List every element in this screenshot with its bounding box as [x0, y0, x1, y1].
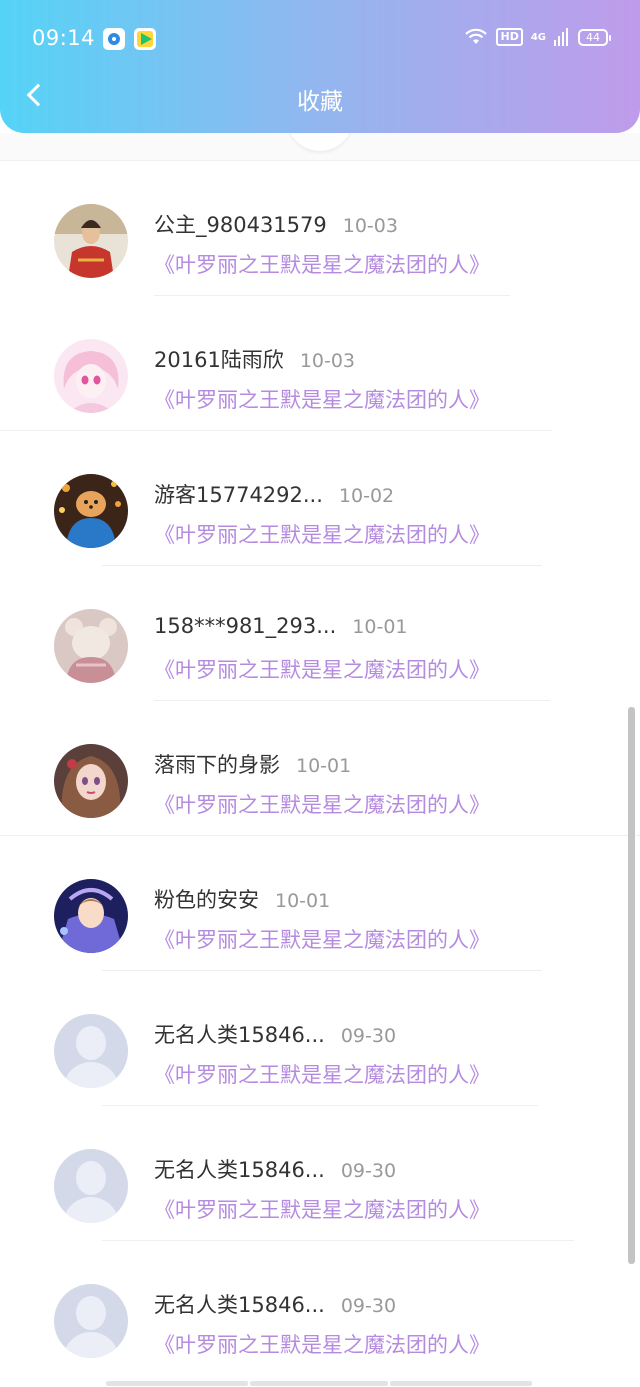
avatar	[54, 474, 128, 548]
page-title: 收藏	[297, 89, 343, 115]
wifi-icon	[465, 28, 488, 44]
book-title-link[interactable]: 《叶罗丽之王默是星之魔法团的人》	[154, 1059, 490, 1089]
username: 无名人类15846...	[154, 1293, 325, 1317]
status-time: 09:14	[32, 26, 96, 50]
bottom-indicator	[106, 1381, 248, 1386]
avatar	[54, 879, 128, 953]
avatar	[54, 609, 128, 683]
favorite-date: 09-30	[340, 1295, 397, 1317]
username: 游客15774292...	[154, 483, 323, 507]
favorite-date: 09-30	[340, 1160, 397, 1182]
favorite-date: 10-03	[342, 215, 398, 237]
list-item[interactable]: 公主_980431579 10-03 《叶罗丽之王默是星之魔法团的人》	[0, 161, 640, 296]
network-type-label: 4G	[530, 31, 546, 43]
default-avatar-icon	[54, 1149, 128, 1223]
username: 无名人类15846...	[154, 1023, 325, 1047]
favorite-date: 10-01	[296, 755, 352, 777]
item-header: 粉色的安安 10-01	[154, 884, 330, 914]
book-title-link[interactable]: 《叶罗丽之王默是星之魔法团的人》	[154, 519, 490, 549]
favorite-date: 10-02	[338, 485, 395, 507]
username: 公主_980431579	[154, 213, 327, 237]
video-app-notification-icon	[134, 28, 156, 50]
favorite-date: 10-01	[352, 616, 408, 638]
book-title-link[interactable]: 《叶罗丽之王默是星之魔法团的人》	[154, 249, 490, 279]
book-title-link[interactable]: 《叶罗丽之王默是星之魔法团的人》	[154, 384, 490, 414]
favorites-list: 公主_980431579 10-03 《叶罗丽之王默是星之魔法团的人》 20161…	[0, 161, 640, 1376]
header-bar: 09:14 HD 4G 44 收藏	[0, 0, 640, 133]
avatar	[54, 204, 128, 278]
book-title-link[interactable]: 《叶罗丽之王默是星之魔法团的人》	[154, 654, 490, 684]
status-indicators: HD 4G 44	[464, 28, 611, 46]
default-avatar-icon	[54, 1284, 128, 1358]
list-item[interactable]: 粉色的安安 10-01 《叶罗丽之王默是星之魔法团的人》	[0, 836, 640, 971]
item-header: 公主_980431579 10-03	[154, 209, 398, 239]
list-item[interactable]: 158***981_293... 10-01 《叶罗丽之王默是星之魔法团的人》	[0, 566, 640, 701]
username: 无名人类15846...	[154, 1158, 325, 1182]
book-title-link[interactable]: 《叶罗丽之王默是星之魔法团的人》	[154, 789, 490, 819]
item-header: 20161陆雨欣 10-03	[154, 344, 355, 374]
battery-icon: 44	[578, 28, 611, 46]
app-notification-icon	[103, 28, 125, 50]
list-item[interactable]: 落雨下的身影 10-01 《叶罗丽之王默是星之魔法团的人》	[0, 701, 640, 836]
item-header: 无名人类15846... 09-30	[154, 1289, 396, 1319]
avatar	[54, 339, 128, 413]
list-item[interactable]: 无名人类15846... 09-30 《叶罗丽之王默是星之魔法团的人》	[0, 1106, 640, 1241]
item-header: 无名人类15846... 09-30	[154, 1154, 396, 1184]
scrollbar[interactable]	[628, 707, 635, 1264]
favorite-date: 09-30	[340, 1025, 397, 1047]
list-item[interactable]: 无名人类15846... 09-30 《叶罗丽之王默是星之魔法团的人》	[0, 1241, 640, 1376]
avatar	[54, 744, 128, 818]
username: 粉色的安安	[154, 888, 259, 912]
book-title-link[interactable]: 《叶罗丽之王默是星之魔法团的人》	[154, 1194, 490, 1224]
book-title-link[interactable]: 《叶罗丽之王默是星之魔法团的人》	[154, 1329, 490, 1359]
list-item[interactable]: 20161陆雨欣 10-03 《叶罗丽之王默是星之魔法团的人》	[0, 296, 640, 431]
item-header: 无名人类15846... 09-30	[154, 1019, 396, 1049]
username: 158***981_293...	[154, 614, 337, 638]
item-header: 158***981_293... 10-01	[154, 614, 408, 638]
item-header: 落雨下的身影 10-01	[154, 749, 351, 779]
username: 落雨下的身影	[154, 753, 280, 777]
favorite-date: 10-03	[299, 350, 356, 372]
bottom-indicator	[250, 1381, 388, 1386]
hd-badge: HD	[496, 28, 523, 46]
signal-strength-icon	[554, 28, 570, 46]
default-avatar-icon	[54, 1014, 128, 1088]
book-title-link[interactable]: 《叶罗丽之王默是星之魔法团的人》	[154, 924, 490, 954]
list-item[interactable]: 无名人类15846... 09-30 《叶罗丽之王默是星之魔法团的人》	[0, 971, 640, 1106]
list-item[interactable]: 游客15774292... 10-02 《叶罗丽之王默是星之魔法团的人》	[0, 431, 640, 566]
username: 20161陆雨欣	[154, 348, 284, 372]
favorite-date: 10-01	[275, 890, 331, 912]
bottom-indicator	[390, 1381, 532, 1386]
item-header: 游客15774292... 10-02	[154, 479, 394, 509]
